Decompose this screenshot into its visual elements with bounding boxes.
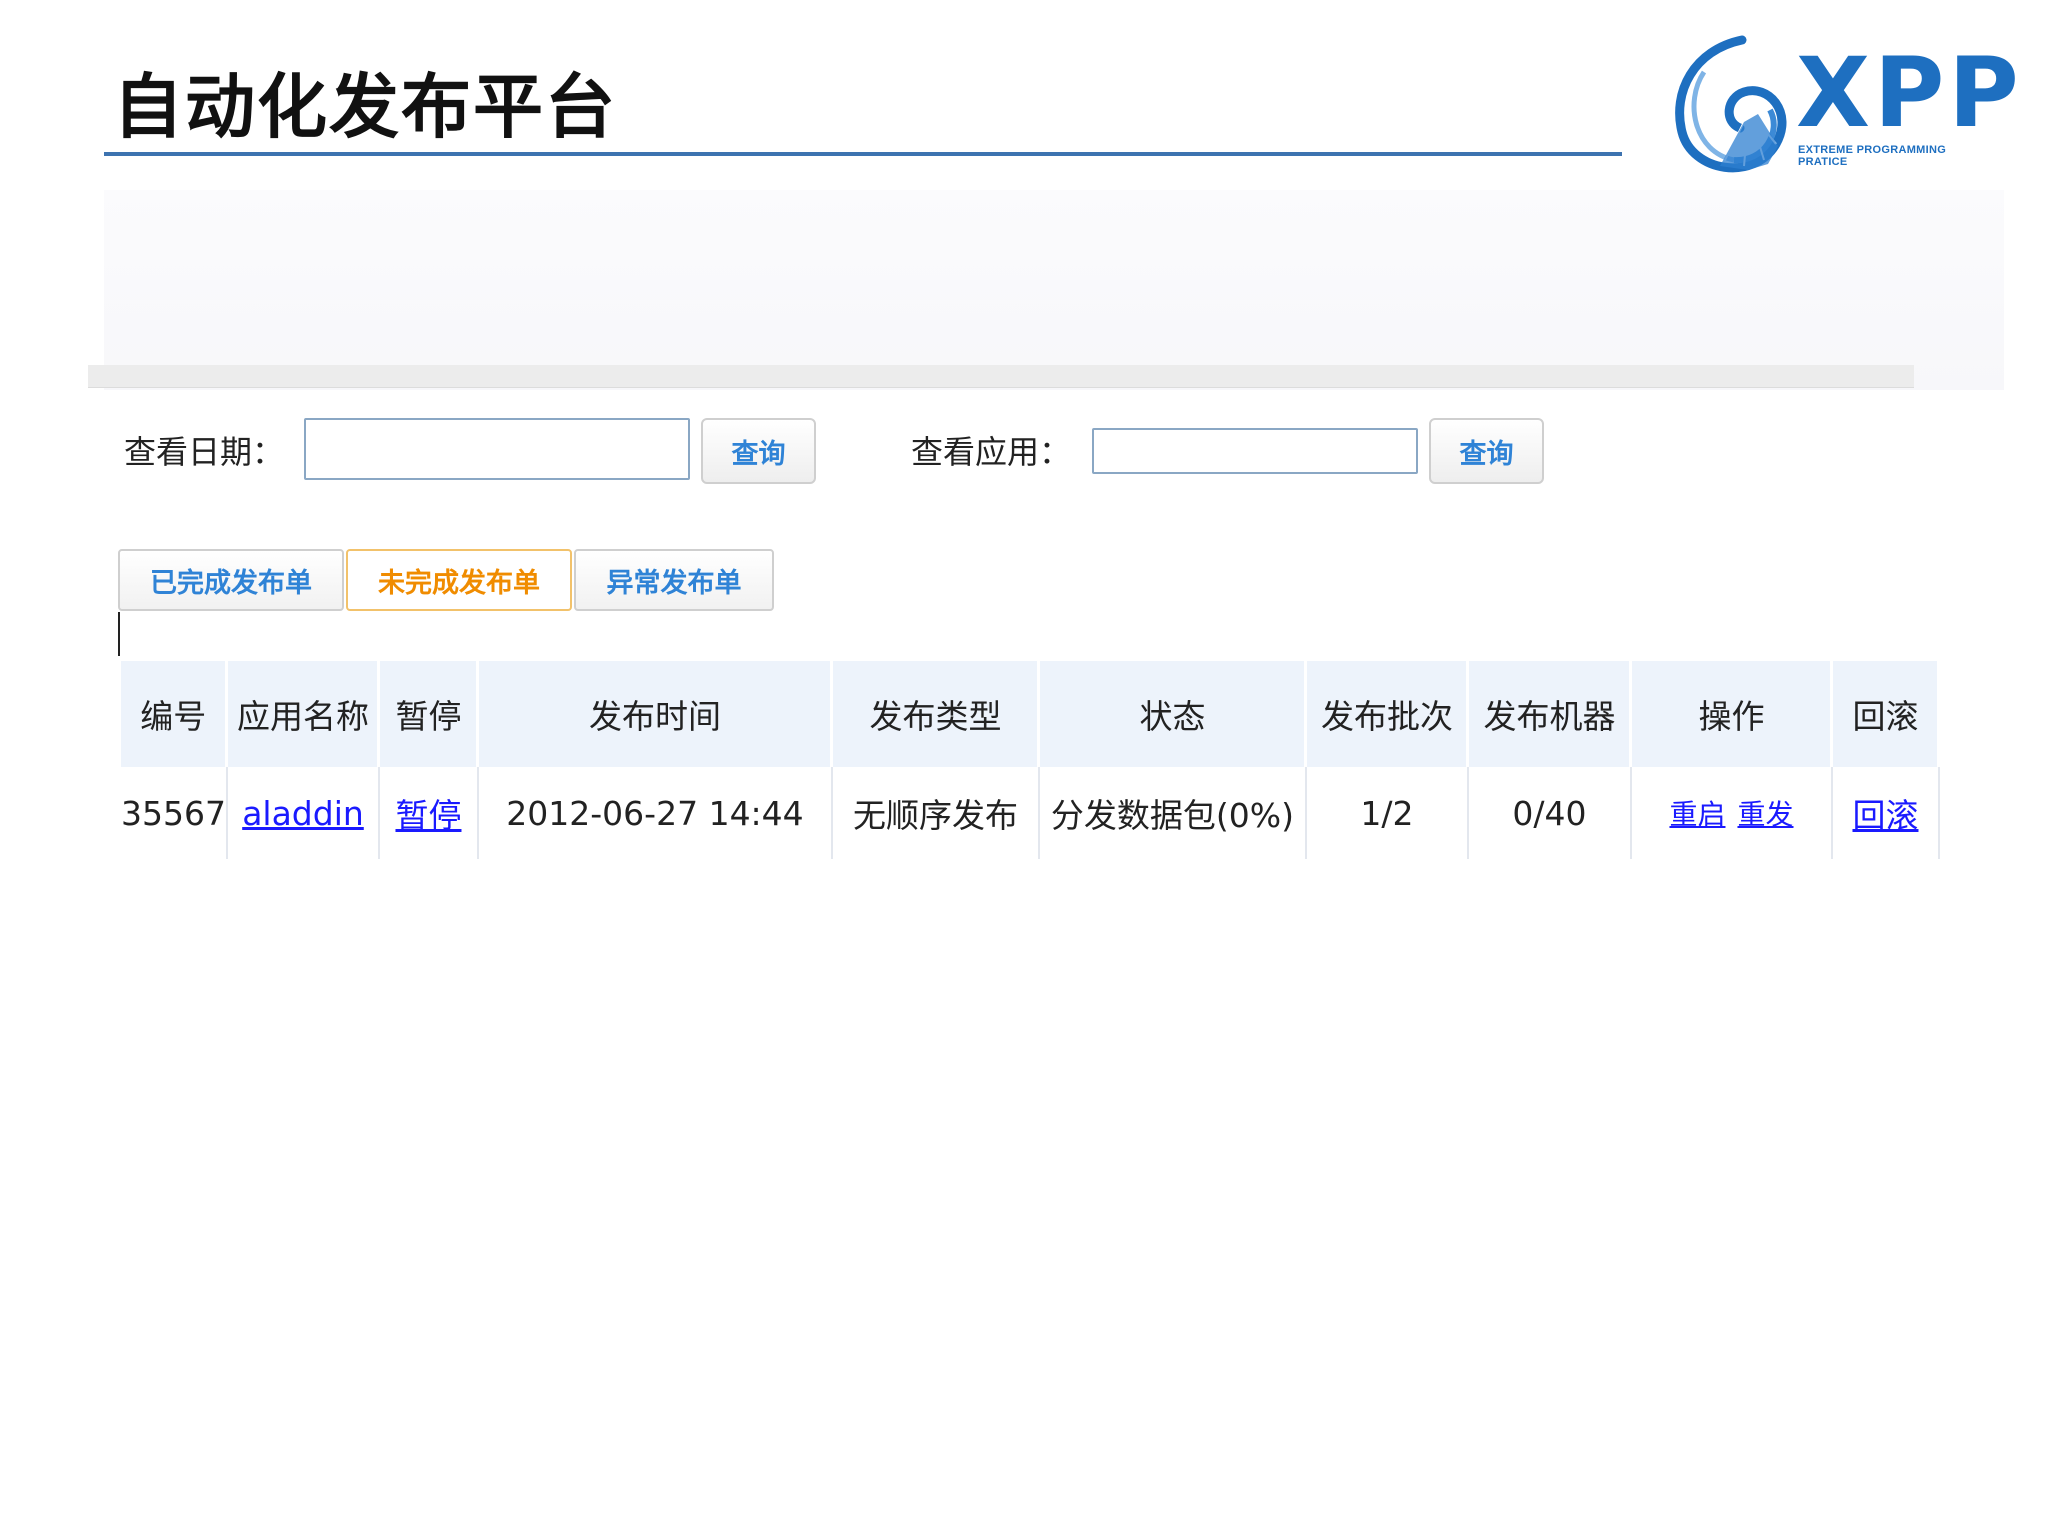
cell-machines: 0/40 (1467, 767, 1632, 859)
cell-rollback: 回滚 (1831, 767, 1940, 859)
app-query-input[interactable] (1092, 428, 1418, 474)
logo-text: XPP (1796, 37, 2023, 149)
app-query-label: 查看应用： (911, 433, 1072, 471)
tab-completed[interactable]: 已完成发布单 (118, 549, 344, 611)
cell-pause: 暂停 (378, 767, 479, 859)
cell-batch: 1/2 (1305, 767, 1469, 859)
table-header-row: 编号 应用名称 暂停 发布时间 发布类型 状态 发布批次 发布机器 操作 回滚 (121, 661, 1941, 767)
cell-id: 35567 (121, 767, 228, 859)
col-release-time: 发布时间 (477, 661, 834, 767)
rollback-link[interactable]: 回滚 (1852, 796, 1918, 835)
cell-release-time: 2012-06-27 14:44 (477, 767, 833, 859)
col-rollback: 回滚 (1831, 661, 1941, 767)
redeploy-link[interactable]: 重发 (1737, 798, 1793, 831)
app-background (104, 190, 2004, 390)
cell-release-type: 无顺序发布 (831, 767, 1040, 859)
restart-link[interactable]: 重启 (1669, 798, 1725, 831)
xpp-logo: XPP EXTREME PROGRAMMING PRATICE (1664, 26, 2019, 186)
table-row: 35567 aladdin 暂停 2012-06-27 14:44 无顺序发布 … (121, 767, 1940, 859)
nautilus-logo-icon (1675, 35, 1787, 173)
col-id: 编号 (121, 661, 229, 767)
cell-status: 分发数据包(0%) (1038, 767, 1307, 859)
tab-incomplete[interactable]: 未完成发布单 (346, 549, 572, 611)
col-machines: 发布机器 (1467, 661, 1633, 767)
tab-abnormal[interactable]: 异常发布单 (574, 549, 774, 611)
col-app-name: 应用名称 (226, 661, 381, 767)
cell-operations: 重启 重发 (1630, 767, 1833, 859)
app-query-button[interactable]: 查询 (1429, 418, 1544, 484)
title-rule (104, 152, 1622, 156)
text-cursor (118, 612, 120, 656)
cell-app-name: aladdin (226, 767, 380, 859)
date-query-input[interactable] (304, 418, 690, 480)
release-table: 编号 应用名称 暂停 发布时间 发布类型 状态 发布批次 发布机器 操作 回滚 … (121, 661, 1941, 859)
date-query-button[interactable]: 查询 (701, 418, 816, 484)
date-query-label: 查看日期： (124, 433, 285, 471)
pause-link[interactable]: 暂停 (395, 796, 461, 835)
slide-title: 自动化发布平台 (113, 65, 617, 148)
col-release-type: 发布类型 (831, 661, 1041, 767)
logo-subtitle: EXTREME PROGRAMMING PRATICE (1798, 144, 1947, 168)
col-pause: 暂停 (378, 661, 480, 767)
header-bar (88, 365, 1914, 388)
col-operations: 操作 (1630, 661, 1834, 767)
col-batch: 发布批次 (1305, 661, 1470, 767)
app-name-link[interactable]: aladdin (242, 794, 364, 833)
col-status: 状态 (1038, 661, 1308, 767)
